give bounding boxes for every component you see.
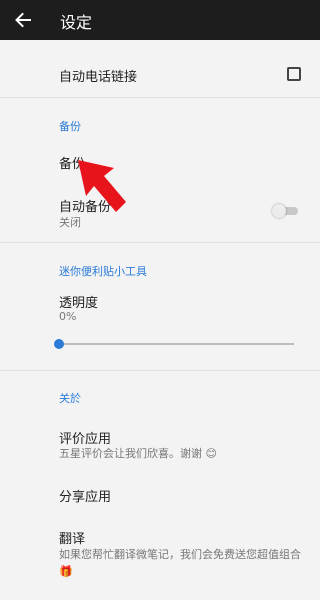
smile-emoji-icon: 😊 xyxy=(205,447,217,460)
section-header-about: 关於 xyxy=(59,392,81,405)
transparency-slider[interactable] xyxy=(54,337,296,351)
section-header-backup: 备份 xyxy=(59,120,81,133)
arrow-left-icon[interactable] xyxy=(13,10,33,30)
top-app-bar: 设定 xyxy=(0,0,320,40)
slider-thumb[interactable] xyxy=(54,339,64,349)
share-app-label[interactable]: 分享应用 xyxy=(59,486,111,505)
divider xyxy=(0,242,320,243)
slider-track xyxy=(59,343,294,345)
red-pointer-arrow-icon xyxy=(78,160,126,212)
divider xyxy=(0,97,320,98)
auto-backup-toggle[interactable] xyxy=(272,204,298,218)
auto-backup-status: 关闭 xyxy=(59,216,81,229)
toggle-thumb xyxy=(272,204,286,218)
translate-label[interactable]: 翻译 xyxy=(59,528,85,547)
auto-phone-link-checkbox[interactable] xyxy=(287,67,301,81)
page-title: 设定 xyxy=(60,13,93,32)
gift-emoji-icon: 🎁 xyxy=(59,565,73,578)
transparency-value: 0% xyxy=(59,310,77,323)
section-header-widget: 迷你便利贴小工具 xyxy=(59,265,147,278)
divider xyxy=(0,370,320,371)
rate-app-description: 五星评价会让我们欣喜。谢谢 😊 xyxy=(59,447,217,460)
auto-phone-link-label[interactable]: 自动电话链接 xyxy=(59,66,137,85)
translate-description: 如果您帮忙翻译微笔记，我们会免费送您超值组合 🎁 xyxy=(59,548,301,578)
transparency-label: 透明度 xyxy=(59,296,99,311)
